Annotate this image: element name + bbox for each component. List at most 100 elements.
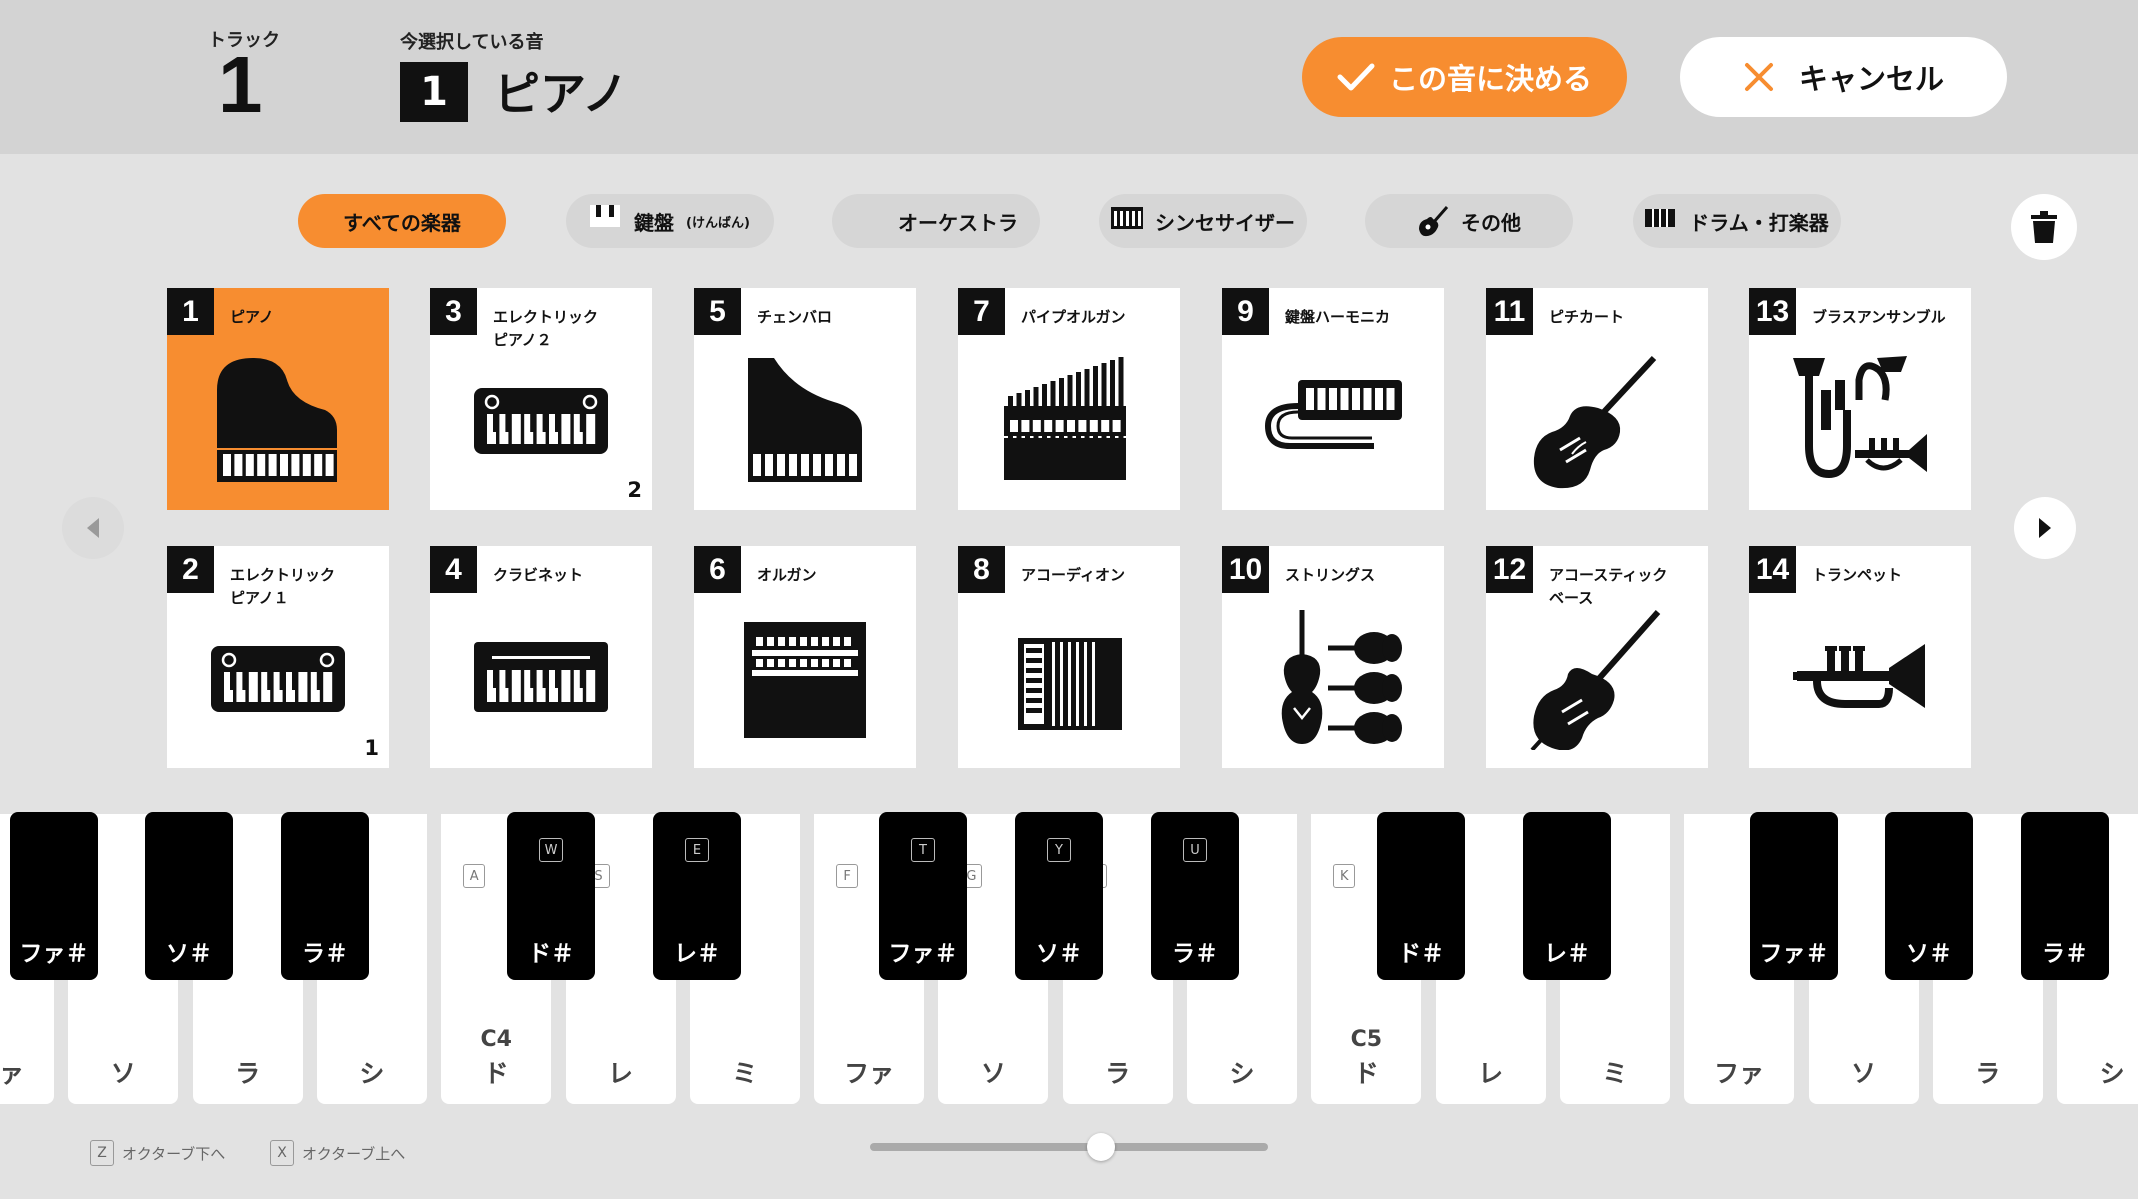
instrument-card[interactable]: 2 エレクトリック ピアノ１ 1 [167, 546, 389, 768]
clavinet-icon [474, 642, 608, 712]
keyboard-shortcut-hint: K [1333, 864, 1356, 888]
white-key-label: ラ [235, 1059, 261, 1088]
black-key-label: ファ＃ [19, 941, 89, 967]
track-number: 1 [218, 40, 263, 129]
black-key-label: ラ＃ [302, 941, 348, 967]
keyboard-icon [590, 205, 621, 227]
black-key[interactable]: ソ＃ [145, 812, 233, 980]
black-key-label: ド＃ [528, 941, 574, 967]
instrument-number: 7 [958, 288, 1005, 335]
drum-icon [1645, 209, 1676, 227]
keyboard-shortcut-hint: A [463, 864, 486, 888]
slider-thumb[interactable] [1086, 1133, 1115, 1161]
instrument-number: 9 [1222, 288, 1269, 335]
white-key-label: ラ [1105, 1059, 1131, 1088]
instrument-card[interactable]: 9 鍵盤ハーモニカ [1222, 288, 1444, 510]
black-key[interactable]: レ＃ [1523, 812, 1611, 980]
instrument-name: アコースティック ベース [1549, 566, 1668, 607]
black-key-label: ソ＃ [166, 941, 212, 967]
instrument-number: 12 [1486, 546, 1533, 593]
confirm-button-label: この音に決める [1388, 64, 1592, 96]
white-key-label: ド [483, 1059, 509, 1088]
instrument-card[interactable]: 6 オルガン [694, 546, 916, 768]
instrument-number: 4 [430, 546, 477, 593]
instrument-name: エレクトリック ピアノ２ [493, 308, 599, 349]
instrument-card[interactable]: 3 エレクトリック ピアノ２ 2 [430, 288, 652, 510]
cancel-button-label: キャンセル [1798, 64, 1944, 96]
white-key-label: シ [1229, 1059, 1255, 1088]
grand-piano-icon [217, 358, 337, 482]
white-key-label: ミ [732, 1059, 758, 1088]
cancel-button[interactable]: キャンセル [1680, 37, 2007, 117]
trash-icon [2031, 211, 2057, 243]
strings-icon [1281, 610, 1402, 744]
black-key[interactable]: ラ＃ [281, 812, 369, 980]
filter-tab-2[interactable]: オーケストラ [832, 194, 1040, 248]
black-key[interactable]: ソ＃ Y [1015, 812, 1103, 980]
instrument-card[interactable]: 1 ピアノ [167, 288, 389, 510]
black-key[interactable]: レ＃ E [653, 812, 741, 980]
octave-down-label: オクターブ下へ [122, 1144, 226, 1163]
synth-icon [1111, 207, 1143, 229]
black-key-label: ソ＃ [1906, 941, 1952, 967]
instrument-name: オルガン [757, 566, 817, 584]
octave-down-key: Z [90, 1140, 114, 1166]
black-key[interactable]: ソ＃ [1885, 812, 1973, 980]
octave-up-label: オクターブ上へ [302, 1144, 406, 1163]
filter-label: オーケストラ [898, 210, 1018, 235]
filter-tab-0[interactable]: すべての楽器 [298, 194, 506, 248]
instrument-name: チェンバロ [757, 308, 833, 326]
black-key[interactable]: ラ＃ U [1151, 812, 1239, 980]
keyboard-shortcut-hint: T [911, 838, 935, 862]
black-key-label: ラ＃ [1172, 941, 1218, 967]
black-key[interactable]: ファ＃ T [879, 812, 967, 980]
black-key[interactable]: ファ＃ [10, 812, 98, 980]
black-key[interactable]: ファ＃ [1750, 812, 1838, 980]
instrument-number: 10 [1222, 546, 1269, 593]
black-key[interactable]: ラ＃ [2021, 812, 2109, 980]
instrument-card[interactable]: 11 ピチカート [1486, 288, 1708, 510]
filter-tab-1[interactable]: 鍵盤 (けんばん) [566, 194, 774, 248]
trash-button[interactable] [2011, 194, 2077, 260]
instrument-card[interactable]: 12 アコースティック ベース [1486, 546, 1708, 768]
octave-up-hint: X オクターブ上へ [270, 1140, 405, 1166]
instrument-card[interactable]: 8 アコーディオン [958, 546, 1180, 768]
trumpet-icon [1793, 644, 1925, 708]
instrument-name: ストリングス [1285, 566, 1376, 584]
instrument-name: アコーディオン [1021, 566, 1125, 584]
instrument-card[interactable]: 7 パイプオルガン [958, 288, 1180, 510]
instrument-card[interactable]: 13 ブラスアンサンブル [1749, 288, 1971, 510]
violin-icon [1533, 355, 1657, 489]
keyboard-shortcut-hint: W [539, 838, 563, 862]
instrument-card[interactable]: 10 ストリングス [1222, 546, 1444, 768]
instrument-badge: 1 [364, 736, 379, 760]
white-key-label: シ [359, 1059, 385, 1088]
filter-tab-3[interactable]: シンセサイザー [1099, 194, 1307, 248]
violin-icon [854, 205, 886, 237]
instrument-number: 11 [1486, 288, 1533, 335]
black-key-label: レ＃ [674, 941, 720, 967]
black-key[interactable]: ド＃ [1377, 812, 1465, 980]
white-key-label: ソ [1850, 1059, 1876, 1088]
black-key-label: レ＃ [1544, 941, 1590, 967]
instrument-number: 13 [1749, 288, 1796, 335]
current-sound-name: ピアノ [494, 67, 628, 121]
octave-marker: C5 [1350, 1027, 1383, 1052]
black-key[interactable]: ド＃ W [507, 812, 595, 980]
next-page-button[interactable] [2014, 497, 2076, 559]
keyboard-scroll-slider[interactable] [870, 1133, 1268, 1161]
black-key-label: ファ＃ [888, 941, 958, 967]
previous-page-button[interactable] [62, 497, 124, 559]
instrument-name: ピアノ [230, 308, 274, 326]
contrabass-icon [1530, 610, 1661, 750]
confirm-sound-button[interactable]: この音に決める [1302, 37, 1627, 117]
instrument-number: 5 [694, 288, 741, 335]
instrument-card[interactable]: 5 チェンバロ [694, 288, 916, 510]
filter-tab-4[interactable]: その他 [1365, 194, 1573, 248]
white-key-label: レ [607, 1059, 633, 1088]
filter-tab-5[interactable]: ドラム・打楽器 [1633, 194, 1841, 248]
instrument-card[interactable]: 4 クラビネット [430, 546, 652, 768]
instrument-name: ブラスアンサンブル [1812, 308, 1946, 326]
triangle-left-icon [87, 518, 99, 538]
instrument-card[interactable]: 14 トランペット [1749, 546, 1971, 768]
